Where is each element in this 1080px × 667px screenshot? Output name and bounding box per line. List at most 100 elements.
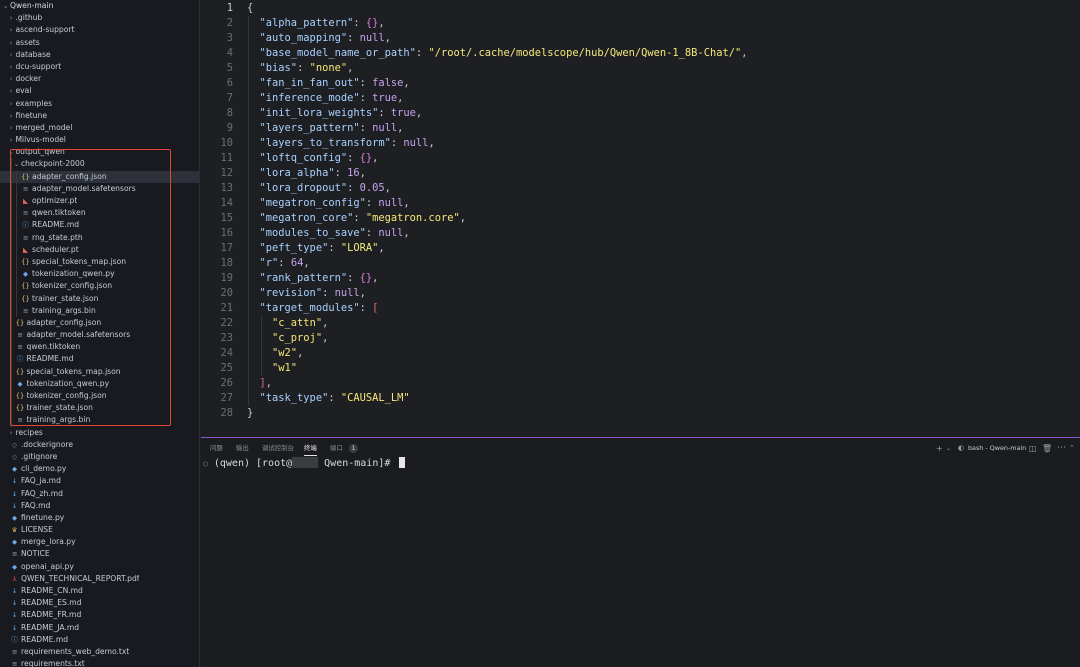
- explorer-file[interactable]: ◆ tokenization_qwen.py: [0, 377, 199, 390]
- explorer-file[interactable]: ⓘ README.md: [0, 353, 199, 366]
- chevron-right-icon[interactable]: ›: [7, 37, 16, 49]
- explorer-file[interactable]: ≡ requirements_web_demo.txt: [0, 646, 199, 658]
- explorer-item-label: requirements.txt: [21, 659, 85, 667]
- code-token: :: [365, 227, 379, 239]
- explorer-file[interactable]: ◆ merge_lora.py: [0, 536, 199, 548]
- code-token: ,: [372, 272, 379, 284]
- explorer-file[interactable]: {} trainer_state.json: [0, 402, 199, 415]
- explorer-folder[interactable]: › docker: [0, 73, 199, 85]
- code-token: false: [372, 77, 404, 89]
- explorer-file[interactable]: ⓘ README.md: [0, 634, 199, 646]
- code-token: "megatron_config": [259, 197, 366, 209]
- explorer-file[interactable]: ◇ .gitignore: [0, 451, 199, 463]
- tab-output[interactable]: 输出: [236, 443, 249, 454]
- explorer-file[interactable]: ≡ requirements.txt: [0, 658, 199, 667]
- explorer-file[interactable]: ◆ openai_api.py: [0, 561, 199, 573]
- explorer-file[interactable]: {} adapter_config.json: [0, 170, 199, 183]
- explorer-folder[interactable]: › .github: [0, 12, 199, 24]
- more-actions-icon[interactable]: ⋯: [1057, 443, 1066, 454]
- explorer-file[interactable]: {} tokenizer_config.json: [0, 390, 199, 403]
- chevron-right-icon[interactable]: ›: [7, 49, 16, 61]
- chevron-right-icon[interactable]: ›: [7, 85, 16, 97]
- explorer-file[interactable]: ↓ FAQ_zh.md: [0, 488, 199, 500]
- explorer-folder[interactable]: ⌄ Qwen-main: [0, 0, 199, 12]
- panel-chevron-up-icon[interactable]: ⌃: [1069, 443, 1075, 454]
- explorer-item-label: trainer_state.json: [32, 293, 99, 303]
- code-token: 0.05: [359, 182, 385, 194]
- tab-terminal[interactable]: 终端: [304, 443, 317, 454]
- code-token: ,: [741, 47, 748, 59]
- indent-guide: [248, 16, 249, 406]
- trash-icon[interactable]: 🗑: [1042, 443, 1052, 454]
- explorer-folder[interactable]: › database: [0, 49, 199, 61]
- explorer-folder[interactable]: › finetune: [0, 110, 199, 122]
- explorer-file[interactable]: ◣ scheduler.pt: [0, 243, 199, 256]
- explorer-file[interactable]: ⓘ README.md: [0, 219, 199, 232]
- explorer-item-label: tokenizer_config.json: [32, 281, 113, 291]
- explorer-file[interactable]: {} adapter_config.json: [0, 316, 199, 330]
- explorer-item-label: .gitignore: [21, 451, 58, 461]
- explorer-file[interactable]: ↓ FAQ.md: [0, 500, 199, 512]
- explorer-file[interactable]: ≡ qwen.tiktoken: [0, 341, 199, 354]
- explorer-file[interactable]: ↓ README_FR.md: [0, 609, 199, 621]
- chevron-right-icon[interactable]: ›: [7, 24, 16, 36]
- chevron-right-icon[interactable]: ›: [7, 98, 16, 110]
- ports-count-badge: 1: [349, 444, 358, 453]
- explorer-folder[interactable]: ⌄ output_qwen: [0, 146, 199, 158]
- explorer-file[interactable]: {} special_tokens_map.json: [0, 255, 199, 269]
- chevron-right-icon[interactable]: ›: [7, 134, 16, 146]
- chevron-right-icon[interactable]: ›: [7, 73, 16, 85]
- chevron-down-icon[interactable]: ⌄: [12, 161, 21, 168]
- explorer-folder[interactable]: › eval: [0, 85, 199, 97]
- tab-debug-console[interactable]: 调试控制台: [262, 443, 294, 454]
- text-file-icon: ≡: [22, 306, 29, 315]
- chevron-right-icon[interactable]: ›: [7, 61, 16, 73]
- explorer-file[interactable]: ↓ README_CN.md: [0, 585, 199, 597]
- explorer-file[interactable]: ↓ README_ES.md: [0, 597, 199, 609]
- explorer-folder[interactable]: › merged_model: [0, 122, 199, 134]
- explorer-file[interactable]: ◣ optimizer.pt: [0, 195, 199, 208]
- chevron-right-icon[interactable]: ›: [7, 427, 16, 439]
- explorer-folder[interactable]: › ascend-support: [0, 24, 199, 36]
- chevron-right-icon[interactable]: ›: [7, 12, 16, 24]
- chevron-down-icon[interactable]: ⌄: [946, 443, 951, 454]
- explorer-file[interactable]: ≡ adapter_model.safetensors: [0, 182, 199, 195]
- explorer-file[interactable]: ≡ training_args.bin: [0, 304, 199, 317]
- explorer-folder[interactable]: › examples: [0, 98, 199, 110]
- terminal-name[interactable]: bash - Qwen-main: [968, 443, 1026, 454]
- explorer-file[interactable]: ↓ README_JA.md: [0, 622, 199, 634]
- explorer-folder[interactable]: › assets: [0, 37, 199, 49]
- chevron-right-icon[interactable]: ›: [7, 122, 16, 134]
- chevron-down-icon[interactable]: ⌄: [1, 2, 10, 10]
- chevron-right-icon[interactable]: ›: [7, 110, 16, 122]
- explorer-file[interactable]: ◆ finetune.py: [0, 512, 199, 524]
- new-terminal-plus-icon[interactable]: +: [936, 443, 943, 454]
- explorer-file[interactable]: ↓ FAQ_ja.md: [0, 475, 199, 487]
- code-token: "rank_pattern": [259, 272, 348, 284]
- explorer-file[interactable]: {} special_tokens_map.json: [0, 365, 199, 378]
- explorer-file[interactable]: ≡ training_args.bin: [0, 414, 199, 427]
- explorer-folder[interactable]: › dcu-support: [0, 61, 199, 73]
- explorer-file[interactable]: ≡ NOTICE: [0, 548, 199, 560]
- explorer-file[interactable]: ◆ tokenization_qwen.py: [0, 268, 199, 281]
- explorer-file[interactable]: {} trainer_state.json: [0, 292, 199, 305]
- tab-ports[interactable]: 端口: [330, 443, 343, 454]
- code-editor[interactable]: 1{2 "alpha_pattern": {}, 3 "auto_mapping": …: [201, 0, 1080, 437]
- explorer-file[interactable]: ≡ rng_state.pth: [0, 231, 199, 244]
- code-token: {}: [365, 17, 379, 29]
- explorer-file[interactable]: ≡ adapter_model.safetensors: [0, 329, 199, 342]
- explorer-file[interactable]: ◇ .dockerignore: [0, 439, 199, 451]
- explorer-folder[interactable]: › Milvus-model: [0, 134, 199, 146]
- tab-problems[interactable]: 问题: [210, 443, 223, 454]
- split-terminal-icon[interactable]: ◫: [1029, 443, 1037, 454]
- indent-guide: [16, 280, 17, 293]
- explorer-file[interactable]: ◆ cli_demo.py: [0, 463, 199, 475]
- explorer-file[interactable]: ♛ LICENSE: [0, 524, 199, 536]
- explorer-folder[interactable]: › recipes: [0, 427, 199, 439]
- chevron-down-icon[interactable]: ⌄: [7, 148, 16, 156]
- explorer-file[interactable]: ≡ qwen.tiktoken: [0, 207, 199, 220]
- explorer-file[interactable]: ⅄ QWEN_TECHNICAL_REPORT.pdf: [0, 573, 199, 585]
- explorer-file[interactable]: {} tokenizer_config.json: [0, 280, 199, 293]
- explorer-folder[interactable]: ⌄ checkpoint-2000: [0, 158, 199, 171]
- terminal-prompt[interactable]: ○ (qwen) [root@ Qwen-main]#: [203, 457, 406, 471]
